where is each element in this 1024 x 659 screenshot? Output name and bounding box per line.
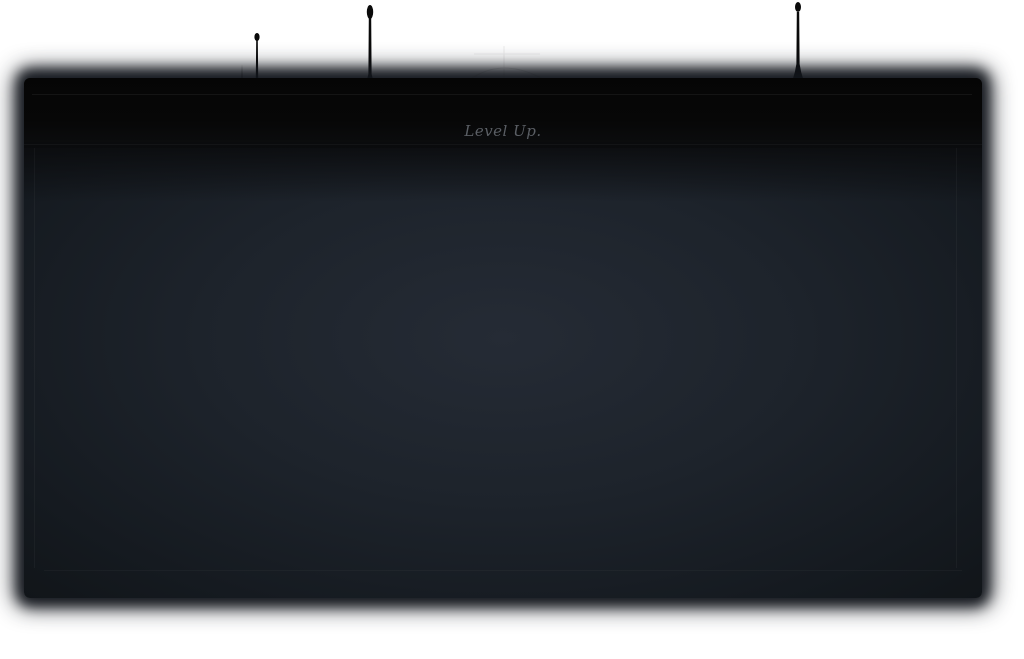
header-fade: [24, 142, 982, 202]
footer-hairline: [44, 570, 962, 571]
header-bottom-hairline: [24, 144, 982, 145]
left-frame-line: [34, 148, 35, 568]
header-top-hairline: [32, 94, 972, 95]
page-canvas: Level Up.: [0, 0, 1024, 659]
header-tagline: Level Up.: [464, 122, 542, 140]
main-panel: Level Up.: [24, 78, 982, 598]
right-frame-line: [956, 148, 957, 568]
